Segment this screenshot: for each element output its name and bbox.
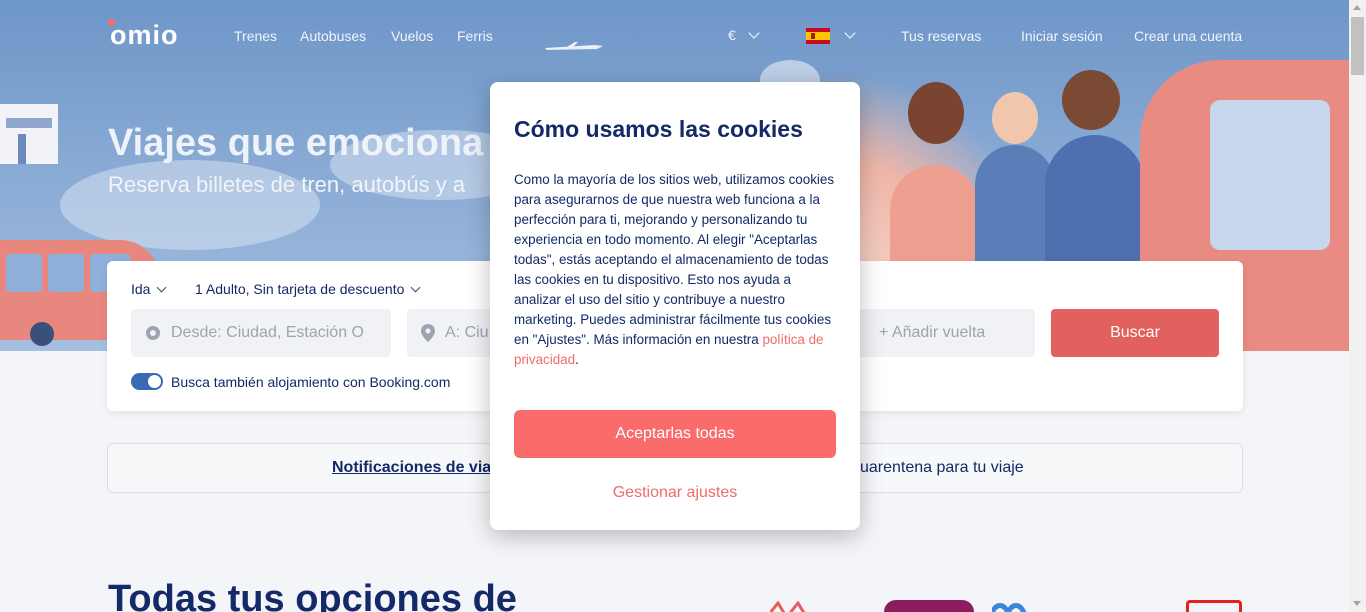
cookie-modal-title: Cómo usamos las cookies [514,116,803,142]
cookie-body-text: Como la mayoría de los sitios web, utili… [514,172,835,347]
vertical-scrollbar[interactable] [1349,0,1366,612]
scroll-down-arrow-icon[interactable] [1353,601,1361,606]
accept-all-button[interactable]: Aceptarlas todas [514,410,836,458]
cookie-modal-body: Como la mayoría de los sitios web, utili… [514,170,838,370]
cookie-consent-modal: Cómo usamos las cookies Como la mayoría … [490,82,860,530]
manage-settings-button[interactable]: Gestionar ajustes [514,484,836,502]
scroll-up-arrow-icon[interactable] [1353,5,1361,10]
cookie-body-end: . [575,352,579,367]
scroll-thumb[interactable] [1351,17,1364,75]
